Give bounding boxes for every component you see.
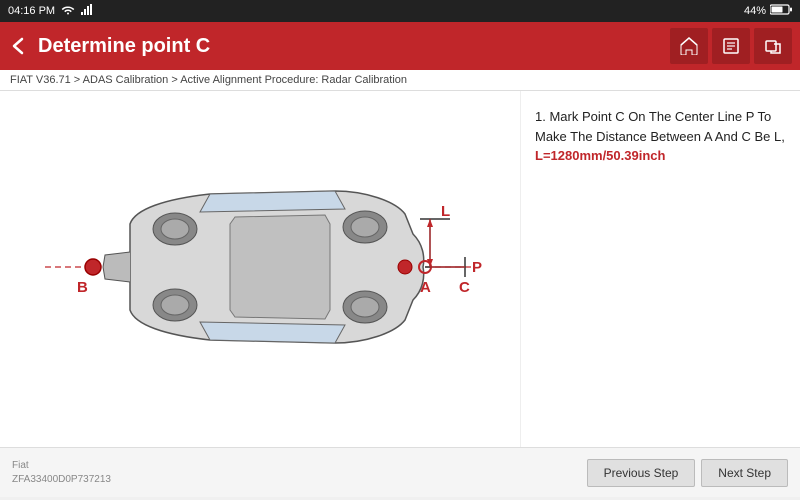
signal-icon: [81, 4, 93, 18]
svg-text:P: P: [472, 259, 482, 276]
footer: Fiat ZFA33400D0P737213 Previous Step Nex…: [0, 447, 800, 497]
instruction-highlight: L=1280mm/50.39inch: [535, 148, 665, 163]
next-step-button[interactable]: Next Step: [701, 459, 788, 487]
instruction-text: 1. Mark Point C On The Center Line P To …: [535, 107, 786, 146]
svg-text:L: L: [441, 203, 450, 220]
header: Determine point C: [0, 22, 800, 70]
back-button[interactable]: [8, 36, 28, 56]
car-diagram: B A C L P: [35, 119, 485, 419]
battery-icon: [770, 4, 792, 18]
battery-text: 44%: [744, 5, 766, 17]
forward-button[interactable]: [754, 28, 792, 64]
svg-text:B: B: [77, 279, 88, 296]
main-content: B A C L P: [0, 91, 800, 447]
header-icons: [670, 28, 792, 64]
svg-text:C: C: [459, 279, 470, 296]
brand-label: Fiat: [12, 459, 111, 473]
wifi-icon: [61, 4, 75, 18]
previous-step-button[interactable]: Previous Step: [587, 459, 696, 487]
footer-buttons: Previous Step Next Step: [587, 459, 788, 487]
diagram-area: B A C L P: [0, 91, 520, 447]
instructions-panel: 1. Mark Point C On The Center Line P To …: [520, 91, 800, 447]
breadcrumb: FIAT V36.71 > ADAS Calibration > Active …: [0, 70, 800, 91]
status-bar: 04:16 PM 44%: [0, 0, 800, 22]
serial-label: ZFA33400D0P737213: [12, 473, 111, 487]
diag-button[interactable]: [712, 28, 750, 64]
status-right: 44%: [744, 4, 792, 18]
page-title: Determine point C: [38, 35, 670, 58]
home-button[interactable]: [670, 28, 708, 64]
svg-text:A: A: [420, 279, 431, 296]
status-left: 04:16 PM: [8, 4, 93, 18]
time-display: 04:16 PM: [8, 5, 55, 17]
footer-info: Fiat ZFA33400D0P737213: [12, 459, 111, 487]
